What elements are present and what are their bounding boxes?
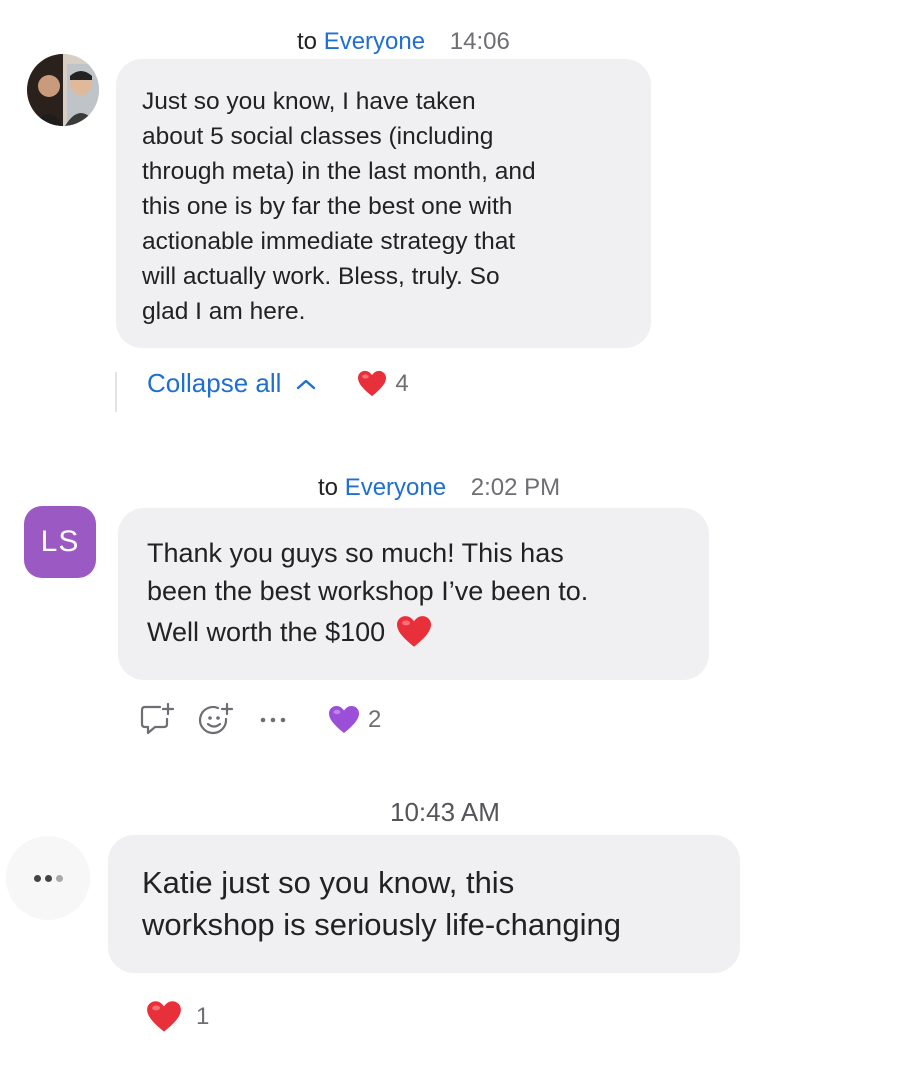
message-header: 10:43 AM <box>390 797 500 828</box>
timestamp: 2:02 PM <box>470 474 561 501</box>
message-bubble[interactable]: Katie just so you know, this workshop is… <box>108 835 740 973</box>
message-actions: 2 <box>138 702 381 738</box>
red-heart-icon <box>147 1001 181 1032</box>
avatar-initials: LS <box>40 525 80 558</box>
message-text: Katie just so you know, this workshop is… <box>142 865 622 942</box>
message-header: to Everyone 2:02 PM <box>318 474 560 502</box>
add-reaction-icon[interactable] <box>198 702 236 738</box>
red-heart-icon <box>397 616 432 647</box>
avatar[interactable] <box>27 54 99 126</box>
message-text: Thank you guys so much! This has been th… <box>147 538 589 606</box>
message-bubble[interactable]: Thank you guys so much! This has been th… <box>118 508 709 680</box>
message-footer: Collapse all 4 <box>147 368 409 399</box>
chat-message: 10:43 AM Katie just so you know, this wo… <box>0 760 900 1080</box>
reaction-count: 2 <box>368 706 382 733</box>
red-heart-icon <box>358 370 387 396</box>
chat-message: to Everyone 14:06 Just so you know, I ha… <box>0 0 900 430</box>
reaction-count: 1 <box>196 1003 210 1030</box>
thread-line <box>115 372 117 412</box>
purple-heart-icon <box>329 706 359 733</box>
to-label: to <box>297 28 318 55</box>
recipient-link[interactable]: Everyone <box>345 474 446 501</box>
reaction-chip[interactable]: 1 <box>146 1000 209 1034</box>
typing-dots-icon <box>32 874 65 882</box>
timestamp: 14:06 <box>449 28 510 55</box>
reaction-count: 4 <box>395 369 409 397</box>
reaction-chip[interactable]: 4 <box>357 369 409 398</box>
reply-icon[interactable] <box>138 702 176 738</box>
message-text-tail: Well worth the $100 <box>147 617 386 647</box>
avatar[interactable]: LS <box>24 506 96 578</box>
message-bubble[interactable]: Just so you know, I have taken about 5 s… <box>116 59 651 348</box>
chat-message: to Everyone 2:02 PM LS Thank you guys so… <box>0 430 900 760</box>
message-text-line: Well worth the $100 <box>147 610 680 654</box>
profile-photo-icon <box>27 54 99 126</box>
timestamp: 10:43 AM <box>390 797 500 827</box>
dot <box>33 874 41 882</box>
message-header: to Everyone 14:06 <box>297 28 510 56</box>
message-text: Just so you know, I have taken about 5 s… <box>142 88 536 325</box>
message-footer: 1 <box>146 1000 209 1034</box>
recipient-link[interactable]: Everyone <box>324 28 425 55</box>
reaction-chip[interactable]: 2 <box>328 705 381 735</box>
avatar[interactable] <box>6 836 90 920</box>
to-label: to <box>318 474 339 501</box>
more-options-icon[interactable] <box>258 715 288 725</box>
chevron-up-icon[interactable] <box>295 377 317 391</box>
collapse-all-button[interactable]: Collapse all <box>147 368 281 399</box>
dot <box>44 874 52 882</box>
dot <box>55 874 63 882</box>
